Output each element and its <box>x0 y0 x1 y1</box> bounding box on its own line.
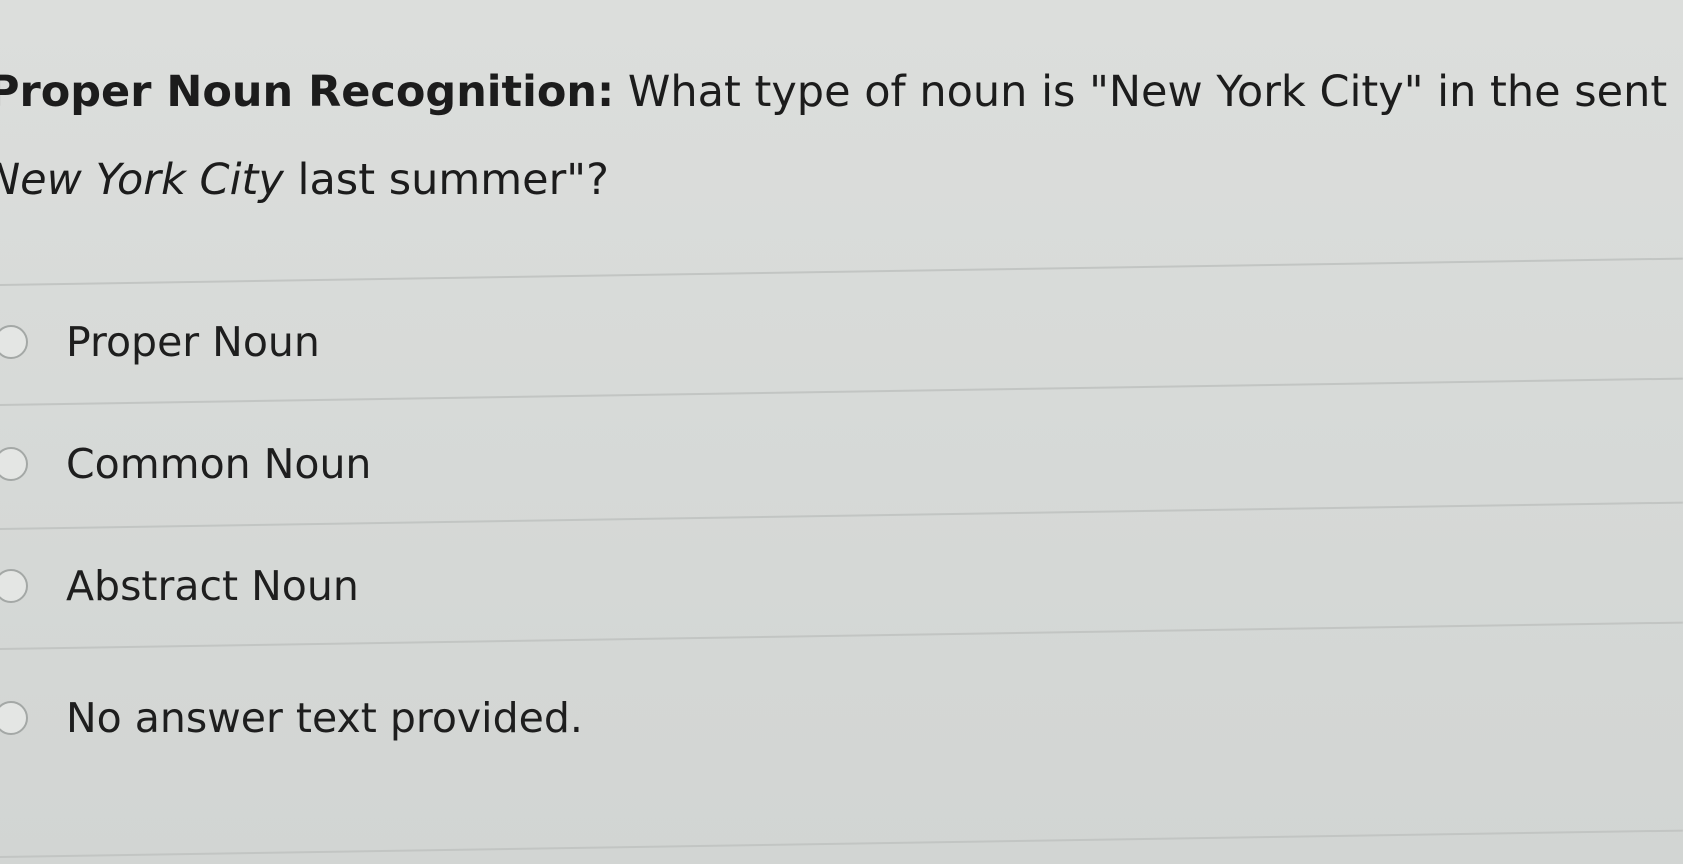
divider-line <box>0 829 1683 858</box>
question-text: Proper Noun Recognition: What type of no… <box>0 48 1683 224</box>
quiz-page: Proper Noun Recognition: What type of no… <box>0 0 1683 864</box>
radio-button[interactable] <box>0 569 28 603</box>
radio-button[interactable] <box>0 447 28 481</box>
question-italic-phrase: New York City <box>0 155 284 205</box>
answer-option-no-answer[interactable]: No answer text provided. <box>0 688 583 748</box>
answer-label: Abstract Noun <box>66 562 359 610</box>
divider-line <box>0 257 1683 286</box>
answer-label: Common Noun <box>66 440 372 488</box>
answer-option-common-noun[interactable]: Common Noun <box>0 434 371 494</box>
radio-button[interactable] <box>0 325 28 359</box>
answer-label: Proper Noun <box>66 318 320 366</box>
answer-label: No answer text provided. <box>66 694 583 742</box>
answer-option-proper-noun[interactable]: Proper Noun <box>0 312 320 372</box>
question-body: What type of noun is "New York City" in … <box>614 67 1668 117</box>
answer-option-abstract-noun[interactable]: Abstract Noun <box>0 556 359 616</box>
divider-line <box>0 377 1683 406</box>
question-body-end: last summer"? <box>283 155 609 205</box>
divider-line <box>0 621 1683 650</box>
question-line-2: New York City last summer"? <box>0 136 1683 224</box>
question-line-1: Proper Noun Recognition: What type of no… <box>0 48 1683 136</box>
divider-line <box>0 501 1683 530</box>
radio-button[interactable] <box>0 701 28 735</box>
question-title: Proper Noun Recognition: <box>0 67 615 117</box>
